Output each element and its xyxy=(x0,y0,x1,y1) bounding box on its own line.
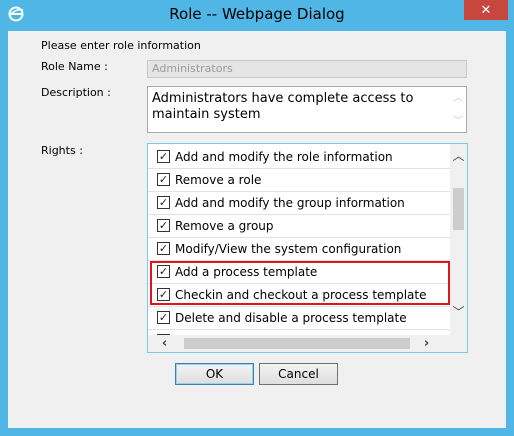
description-label: Description : xyxy=(41,86,111,99)
rights-list: ✓ Add and modify the role information ✓ Rem… xyxy=(148,144,450,335)
role-name-field[interactable]: Administrators xyxy=(147,60,467,78)
right-checkbox[interactable]: ✓ xyxy=(157,196,170,209)
ok-button[interactable]: OK xyxy=(175,363,254,385)
right-checkbox[interactable]: ✓ xyxy=(157,242,170,255)
title-bar[interactable]: Role -- Webpage Dialog ✕ xyxy=(0,0,514,31)
right-label: Remove a role xyxy=(175,173,262,187)
description-text: Administrators have complete access to m… xyxy=(152,91,414,122)
rights-list-item[interactable]: ✓ Remove a role xyxy=(148,169,450,192)
description-scrollbar[interactable]: ︿ ﹀ xyxy=(452,89,464,130)
scroll-down-icon[interactable]: ﹀ xyxy=(452,114,464,130)
rights-list-item[interactable]: ✓ Add and modify the group information xyxy=(148,192,450,215)
horizontal-scroll-thumb[interactable] xyxy=(184,338,410,349)
rights-label: Rights : xyxy=(41,144,83,157)
right-checkbox[interactable]: ✓ xyxy=(157,311,170,324)
scroll-up-icon[interactable]: ︿ xyxy=(452,91,464,107)
chevron-up-icon[interactable]: ︿ xyxy=(450,148,467,165)
chevron-left-icon[interactable]: ‹ xyxy=(156,335,173,352)
role-name-label: Role Name : xyxy=(41,60,108,73)
dialog-body: Please enter role information Role Name … xyxy=(8,31,506,428)
right-label: Remove a group xyxy=(175,219,274,233)
cancel-button[interactable]: Cancel xyxy=(259,363,338,385)
rights-vertical-scrollbar[interactable]: ︿ ﹀ xyxy=(450,144,467,335)
right-label: Modify/View the system configuration xyxy=(175,242,402,256)
right-label: Add and modify the role information xyxy=(175,150,393,164)
right-label: Delete and disable a process template xyxy=(175,311,407,325)
vertical-scroll-thumb[interactable] xyxy=(453,188,464,230)
right-checkbox[interactable]: ✓ xyxy=(157,173,170,186)
rights-list-item[interactable]: ✓ Add and modify the role information xyxy=(148,146,450,169)
rights-list-item[interactable]: ✓ Modify/View the system configuration xyxy=(148,238,450,261)
right-label: Add and modify the group information xyxy=(175,196,405,210)
close-button[interactable]: ✕ xyxy=(464,0,508,20)
rights-list-item[interactable]: ✓ Delete and disable a process template xyxy=(148,307,450,330)
right-checkbox[interactable]: ✓ xyxy=(157,219,170,232)
highlight-box xyxy=(150,261,450,305)
rights-list-item[interactable]: ✓ Remove a group xyxy=(148,215,450,238)
right-checkbox[interactable]: ✓ xyxy=(157,150,170,163)
description-textarea[interactable]: Administrators have complete access to m… xyxy=(147,86,467,133)
rights-horizontal-scrollbar[interactable]: ‹ › xyxy=(148,335,450,352)
window-title: Role -- Webpage Dialog xyxy=(169,5,345,23)
chevron-right-icon[interactable]: › xyxy=(418,335,435,352)
rights-list-box: ✓ Add and modify the role information ✓ Rem… xyxy=(147,143,468,353)
dialog-window: Role -- Webpage Dialog ✕ Please enter ro… xyxy=(0,0,514,436)
intro-text: Please enter role information xyxy=(41,39,201,52)
close-icon: ✕ xyxy=(480,2,492,18)
scroll-corner xyxy=(450,335,467,352)
chevron-down-icon[interactable]: ﹀ xyxy=(450,304,467,321)
